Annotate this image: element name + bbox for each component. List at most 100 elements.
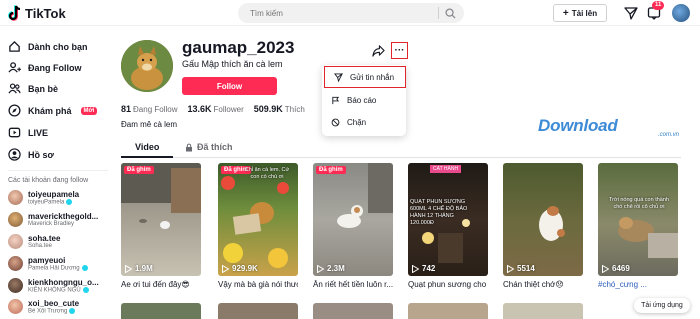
pinned-badge: Đã ghim [316,166,346,174]
avatar [8,256,23,272]
search-icon[interactable] [445,7,456,19]
upload-label: Tải lên [571,8,598,18]
following-icon [8,62,21,73]
sidebar-item-label: Đang Follow [28,62,82,73]
account-name: pamyeuoi [28,256,66,265]
block-menu-item[interactable]: Chặn [322,112,406,132]
video-thumbnail [121,163,201,229]
sidebar-item-explore[interactable]: Khám phá Mới [8,104,98,117]
account-name: toiyeupamela [28,190,80,199]
sidebar-item-for-you[interactable]: Dành cho bạn [8,40,88,53]
tiktok-logo[interactable]: TikTok [8,5,66,21]
account-name: kienkhongngu_o... [28,278,99,287]
following-account[interactable]: pamyeuoi Pamela Hải Dương [8,256,88,272]
share-icon[interactable] [372,44,385,57]
account-subtitle: KIÊN KHÔNG NGỦ [28,287,81,294]
sidebar-item-label: Hồ sơ [28,149,54,160]
video-card[interactable]: Đã ghim 2.3M [313,163,393,276]
send-message-menu-item[interactable]: Gửi tin nhắn [324,66,406,88]
following-stat[interactable]: 81 Đang Follow [121,104,177,114]
following-account[interactable]: xoi_beo_cute Bé Xôi Trương [8,299,79,315]
avatar [8,299,23,315]
plus-icon: + [562,7,569,19]
sidebar-item-profile[interactable]: Hồ sơ [8,148,54,161]
follow-button[interactable]: Follow [182,77,277,95]
video-caption[interactable]: Ăn riết hết tiền luôn r... [313,280,393,289]
video-card[interactable]: Đã ghim 1.9M [121,163,201,276]
avatar [8,212,23,227]
block-icon [331,118,340,126]
view-count: 2.3M [317,264,345,273]
search-bar[interactable] [238,3,464,23]
following-account[interactable]: toiyeupamela toiyeuPamela [8,190,79,206]
download-app-button[interactable]: Tải ứng dụng [634,298,690,313]
video-card[interactable]: Đã ghim Chỉ ăn cà lem. Cứ con có chú ơi … [218,163,298,276]
home-icon [9,40,20,52]
flag-icon [332,96,340,104]
sidebar-item-live[interactable]: LIVE [8,126,48,139]
video-card[interactable] [121,303,201,319]
sidebar-item-friends[interactable]: Bạn bè [8,82,58,95]
sidebar-item-label: Dành cho bạn [28,41,88,52]
report-menu-item[interactable]: Báo cáo [322,90,406,110]
view-count-value: 742 [422,264,436,273]
view-count: 1.9M [125,264,153,273]
tab-video[interactable]: Video [135,142,159,152]
account-name: soha.tee [28,234,61,243]
messages-icon[interactable] [624,6,638,20]
view-count-value: 5514 [517,264,535,273]
video-overlay-text: Trời nóng quá con thành chó chê rồi cô c… [609,197,669,210]
play-icon [602,264,609,273]
video-caption[interactable]: Chán thiệt chớ😞 [503,280,583,289]
video-caption[interactable]: #chó_cưng ... [598,280,678,289]
play-icon [412,264,419,273]
video-card[interactable] [408,303,488,319]
download-watermark-logo: Download [538,116,618,135]
view-count-value: 6469 [612,264,630,273]
video-card[interactable] [313,303,393,319]
followers-stat[interactable]: 13.6K Follower [187,104,243,114]
profile-nickname: Gấu Mập thích ăn cà lem [182,59,283,69]
friends-icon [8,83,21,94]
view-count-value: 929.9K [232,264,258,273]
search-input[interactable] [250,8,432,18]
profile-icon [8,148,21,161]
video-overlay-text: QUẠT PHUN SƯƠNG 600ML 4 CHẾ ĐỘ BẢO HÀNH … [410,199,468,226]
sidebar-item-label: LIVE [28,127,49,138]
video-card[interactable] [218,303,298,319]
inbox-count-badge: 11 [652,1,665,10]
avatar [8,278,23,294]
sidebar-item-label: Bạn bè [28,83,59,94]
following-account[interactable]: maverickthegold... Maverick Bradley [8,212,98,227]
send-icon [334,72,343,82]
video-card[interactable]: CAT HÀNH QUẠT PHUN SƯƠNG 600ML 4 CHẾ ĐỘ … [408,163,488,276]
tiktok-logo-icon [8,5,21,21]
tab-liked-label: Đã thích [197,142,233,152]
video-caption[interactable]: Quạt phun sương cho ... [408,280,488,289]
following-account[interactable]: soha.tee Soha.tee [8,234,60,249]
profile-stats: 81 Đang Follow 13.6K Follower 509.9K Thích [121,104,305,114]
sidebar-item-following[interactable]: Đang Follow [8,61,82,74]
more-options-menu: Gửi tin nhắn Báo cáo Chặn [322,65,406,136]
video-card[interactable]: 5514 [503,163,583,276]
video-card[interactable]: Trời nóng quá con thành chó chê rồi cô c… [598,163,678,276]
video-caption[interactable]: Ae ơi tui đến đây😎 [121,280,201,289]
more-options-button[interactable]: ··· [391,42,408,59]
following-account[interactable]: kienkhongngu_o... KIÊN KHÔNG NGỦ [8,278,99,294]
new-badge: Mới [80,106,98,115]
play-icon [222,264,229,273]
user-avatar[interactable] [672,4,690,22]
brand-name: TikTok [25,5,66,21]
view-count: 742 [412,264,435,273]
following-accounts-title: Các tài khoản đang follow [8,177,89,184]
video-caption[interactable]: Vậy mà bà già nói thươ... [218,280,298,289]
menu-item-label: Báo cáo [347,95,377,105]
sidebar-item-label: Khám phá [28,105,72,116]
play-icon [507,264,514,273]
account-name: maverickthegold... [28,212,99,221]
likes-stat: 509.9K Thích [254,104,305,114]
tab-liked[interactable]: Đã thích [185,142,233,152]
upload-button[interactable]: + Tải lên [553,4,607,22]
video-card[interactable] [503,303,583,319]
account-subtitle: Bé Xôi Trương [28,308,68,315]
